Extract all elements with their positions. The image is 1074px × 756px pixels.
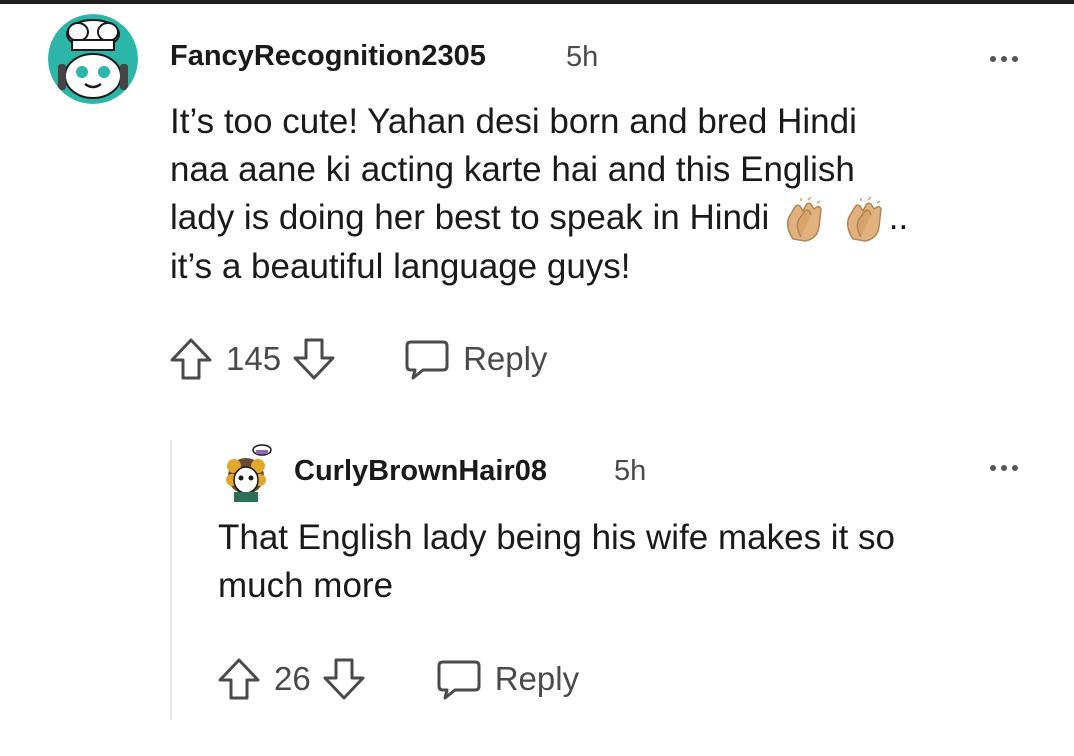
comment-line: naa aane ki acting karte hai and this En… (170, 150, 855, 189)
comment-username[interactable]: FancyRecognition2305 (170, 40, 486, 73)
reply-button[interactable]: Reply (403, 336, 547, 382)
comment-line-with-emoji: lady is doing her best to speak in Hindi… (170, 194, 1050, 243)
reply-label: Reply (494, 660, 580, 697)
upvote-arrow-icon (170, 338, 212, 380)
upvote-button[interactable] (168, 336, 214, 382)
thread-line[interactable] (170, 440, 172, 720)
comment-timestamp: 5h (614, 455, 647, 487)
comment-body: That English lady being his wife makes i… (218, 514, 1048, 610)
comment-line: That English lady being his wife makes i… (218, 518, 895, 557)
top-bar (0, 0, 1074, 4)
downvote-button[interactable] (291, 336, 337, 382)
comment-line: It’s too cute! Yahan desi born and bred … (170, 102, 857, 141)
comment-bubble-icon (437, 660, 481, 700)
comment-line: it’s a beautiful language guys! (170, 246, 631, 286)
reply-button[interactable]: Reply (435, 656, 579, 702)
dot-icon (990, 56, 996, 62)
upvote-button[interactable] (216, 656, 262, 702)
dot-icon (1001, 56, 1007, 62)
comment-bubble-icon (405, 340, 449, 380)
reply-label: Reply (463, 340, 548, 377)
clapping-hands-icon (846, 196, 882, 242)
comment-actions: 145 Reply (168, 336, 547, 382)
dot-icon (1001, 465, 1007, 471)
comment-timestamp: 5h (566, 41, 599, 73)
avatar[interactable] (48, 14, 138, 104)
downvote-arrow-icon (293, 338, 335, 380)
comment-line: much more (218, 566, 394, 605)
vote-score: 26 (274, 660, 311, 697)
comment-username[interactable]: CurlyBrownHair08 (294, 455, 547, 488)
dot-icon (1012, 465, 1018, 471)
downvote-button[interactable] (321, 656, 367, 702)
more-options-button[interactable] (990, 56, 1018, 62)
comment-body: It’s too cute! Yahan desi born and bred … (170, 98, 1050, 291)
upvote-arrow-icon (218, 658, 260, 700)
more-options-button[interactable] (990, 465, 1018, 471)
avatar[interactable] (218, 440, 278, 504)
dot-icon (1012, 56, 1018, 62)
snoo-chef-avatar-icon (48, 14, 138, 104)
comment-actions: 26 Reply (216, 656, 579, 702)
dot-icon (990, 465, 996, 471)
clapping-hands-icon (786, 196, 822, 242)
downvote-arrow-icon (323, 658, 365, 700)
curly-hair-avatar-icon (226, 444, 272, 502)
vote-score: 145 (226, 340, 282, 377)
